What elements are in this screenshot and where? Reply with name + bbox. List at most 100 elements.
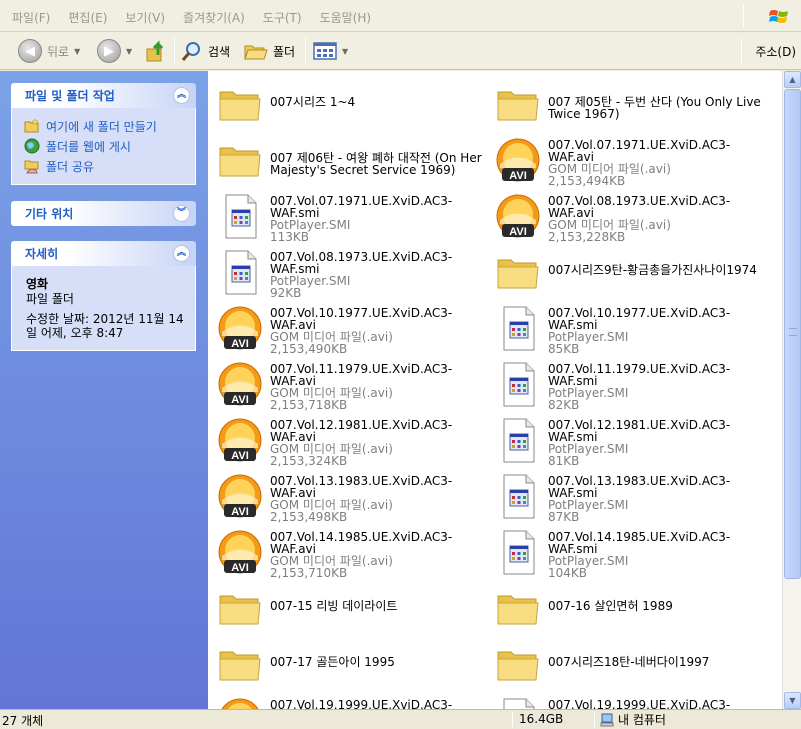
menu-favorites[interactable]: 즐겨찾기(A) [183,9,245,26]
search-button[interactable]: 검색 [181,37,230,65]
scroll-thumb[interactable] [784,89,801,579]
task-label: 폴더를 웹에 게시 [46,139,131,154]
file-item[interactable]: AVI 007.Vol.13.1983.UE.XviD.AC3-WAF.avi GO… [212,468,490,524]
details-title: 자세히 [25,247,59,261]
folder-icon [494,80,542,128]
file-item[interactable]: 007-17 골든아이 1995 [212,636,490,692]
up-folder-button[interactable] [146,37,168,65]
collapse-chevron-icon[interactable]: ︽ [173,245,190,262]
file-size: 2,153,490KB [270,342,348,356]
file-name: 007 제06탄 - 여왕 폐하 대작전 (On Her Majesty's S… [270,151,482,177]
file-name: 007.Vol.11.1979.UE.XviD.AC3-WAF.avi [270,362,453,388]
task-publish-web[interactable]: 폴더를 웹에 게시 [24,136,185,156]
file-item-text: 007.Vol.11.1979.UE.XviD.AC3-WAF.smi PotPl… [548,363,770,411]
folder-icon [216,640,264,688]
file-item[interactable]: 007.Vol.11.1979.UE.XviD.AC3-WAF.smi PotPl… [490,356,768,412]
file-item[interactable]: 007 제06탄 - 여왕 폐하 대작전 (On Her Majesty's S… [212,132,490,188]
vertical-scrollbar[interactable]: ▲ ▼ [782,71,801,709]
file-item[interactable]: 007시리즈 1~4 [212,76,490,132]
file-item[interactable]: AVI 007.Vol.14.1985.UE.XviD.AC3-WAF.avi GO… [212,524,490,580]
file-name: 007 제05탄 - 두번 산다 (You Only Live Twice 19… [548,95,761,121]
file-size: 113KB [270,230,310,244]
file-name: 007-17 골든아이 1995 [270,655,395,669]
details-header[interactable]: 자세히 ︽ [11,241,196,266]
task-share-folder[interactable]: 폴더 공유 [24,156,185,176]
file-size: 2,153,494KB [548,174,626,188]
file-item-text: 007 제06탄 - 여왕 폐하 대작전 (On Her Majesty's S… [270,152,492,176]
menu-edit[interactable]: 편집(E) [68,9,107,26]
file-item[interactable]: AVI 007.Vol.19.1999.UE.XviD.AC3-WAF.avi [212,692,490,709]
folder-icon [216,136,264,184]
file-item[interactable]: 007.Vol.13.1983.UE.XviD.AC3-WAF.smi PotPl… [490,468,768,524]
smi-file-icon [494,360,542,408]
folder-icon [494,584,542,632]
gom-avi-file-icon: AVI [216,472,264,520]
gom-avi-file-icon: AVI [494,136,542,184]
file-item[interactable]: 007-16 살인면허 1989 [490,580,768,636]
menu-tools[interactable]: 도구(T) [263,9,302,26]
menu-view[interactable]: 보기(V) [125,9,165,26]
windows-logo-icon [769,10,788,23]
views-button[interactable]: ▼ [313,37,348,65]
address-label[interactable]: 주소(D) [755,43,796,60]
menu-file[interactable]: 파일(F) [12,9,50,26]
scroll-down-icon[interactable]: ▼ [784,692,801,709]
file-item[interactable]: 007.Vol.08.1973.UE.XviD.AC3-WAF.smi PotPl… [212,244,490,300]
file-size: 92KB [270,286,302,300]
file-type: PotPlayer.SMI [548,442,629,456]
file-item[interactable]: 007-15 리빙 데이라이트 [212,580,490,636]
toolbar: ◀ 뒤로 ▼ ▶ ▼ 검색 폴더 ▼ 주소(D) [0,32,801,70]
gom-avi-file-icon: AVI [216,304,264,352]
file-item[interactable]: 007시리즈9탄-황금총을가진사나이1974 [490,244,768,300]
forward-dropdown-icon[interactable]: ▼ [126,47,132,56]
forward-button[interactable]: ▶ ▼ [97,37,132,65]
back-dropdown-icon[interactable]: ▼ [74,47,80,56]
file-item[interactable]: 007.Vol.07.1971.UE.XviD.AC3-WAF.smi PotPl… [212,188,490,244]
file-item[interactable]: AVI 007.Vol.10.1977.UE.XviD.AC3-WAF.avi GO… [212,300,490,356]
file-item-text: 007.Vol.10.1977.UE.XviD.AC3-WAF.smi PotPl… [548,307,770,355]
svg-text:AVI: AVI [231,394,249,406]
folders-button[interactable]: 폴더 [244,37,295,65]
collapse-chevron-icon[interactable]: ︽ [173,87,190,104]
file-item[interactable]: 007.Vol.10.1977.UE.XviD.AC3-WAF.smi PotPl… [490,300,768,356]
details-panel: 자세히 ︽ 영화 파일 폴더 수정한 날짜: 2012년 11월 14 일 어제… [11,241,196,351]
expand-chevron-icon[interactable]: ︾ [173,205,190,222]
back-label: 뒤로 [47,44,70,59]
details-body: 영화 파일 폴더 수정한 날짜: 2012년 11월 14 일 어제, 오후 8… [11,266,196,351]
back-button[interactable]: ◀ 뒤로 ▼ [18,37,80,65]
file-name: 007시리즈 1~4 [270,95,356,109]
file-item[interactable]: 007.Vol.19.1999.UE.XviD.AC3-WAF.smi [490,692,768,709]
file-name: 007.Vol.07.1971.UE.XviD.AC3-WAF.avi [548,138,731,164]
file-item[interactable]: AVI 007.Vol.12.1981.UE.XviD.AC3-WAF.avi GO… [212,412,490,468]
file-item[interactable]: 007.Vol.14.1985.UE.XviD.AC3-WAF.smi PotPl… [490,524,768,580]
file-list-view[interactable]: 007시리즈 1~4 007 제05탄 - 두번 산다 (You Only Liv… [208,71,782,709]
file-size: 2,153,498KB [270,510,348,524]
folder-icon [494,248,542,296]
file-item[interactable]: 007.Vol.12.1981.UE.XviD.AC3-WAF.smi PotPl… [490,412,768,468]
other-places-header[interactable]: 기타 위치 ︾ [11,201,196,226]
file-item[interactable]: AVI 007.Vol.08.1973.UE.XviD.AC3-WAF.avi GO… [490,188,768,244]
file-item-text: 007.Vol.08.1973.UE.XviD.AC3-WAF.smi PotPl… [270,251,492,299]
file-size: 81KB [548,454,580,468]
file-name: 007.Vol.12.1981.UE.XviD.AC3-WAF.smi [548,418,731,444]
views-dropdown-icon[interactable]: ▼ [342,47,348,56]
menu-help[interactable]: 도움말(H) [320,9,372,26]
file-item-text: 007-15 리빙 데이라이트 [270,600,492,612]
file-size: 104KB [548,566,588,580]
file-item-text: 007-16 살인면허 1989 [548,600,770,612]
task-new-folder[interactable]: 여기에 새 폴더 만들기 [24,116,185,136]
file-item[interactable]: 007시리즈18탄-네버다이1997 [490,636,768,692]
file-type: PotPlayer.SMI [548,386,629,400]
file-item-text: 007.Vol.14.1985.UE.XviD.AC3-WAF.avi GOM 미… [270,531,492,579]
file-size: 2,153,324KB [270,454,348,468]
file-item-text: 007시리즈18탄-네버다이1997 [548,656,770,668]
scroll-up-icon[interactable]: ▲ [784,71,801,88]
file-item[interactable]: AVI 007.Vol.11.1979.UE.XviD.AC3-WAF.avi GO… [212,356,490,412]
file-folder-tasks-header[interactable]: 파일 및 폴더 작업 ︽ [11,83,196,108]
smi-file-icon [216,248,264,296]
file-item[interactable]: 007 제05탄 - 두번 산다 (You Only Live Twice 19… [490,76,768,132]
file-name: 007.Vol.14.1985.UE.XviD.AC3-WAF.avi [270,530,453,556]
other-places-panel: 기타 위치 ︾ [11,201,196,226]
file-item[interactable]: AVI 007.Vol.07.1971.UE.XviD.AC3-WAF.avi GO… [490,132,768,188]
file-item-text: 007.Vol.12.1981.UE.XviD.AC3-WAF.smi PotPl… [548,419,770,467]
